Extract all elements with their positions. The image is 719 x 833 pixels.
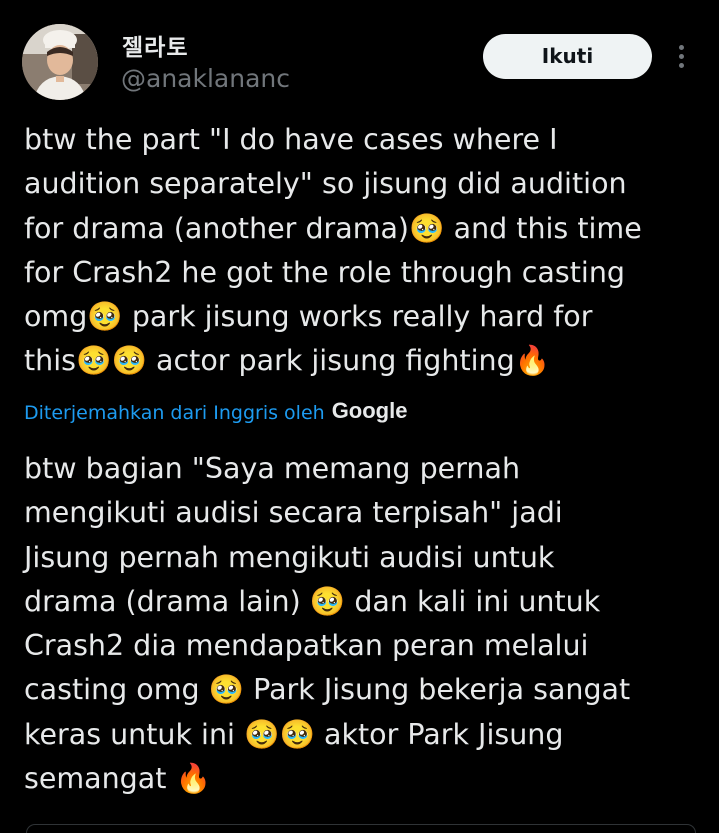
translated-from-link[interactable]: Diterjemahkan dari Inggris oleh [24,402,325,424]
translation-attribution: Diterjemahkan dari Inggris oleh Google [24,398,407,428]
follow-button[interactable]: Ikuti [483,34,652,79]
tweet-translated-text: btw bagian "Saya memang pernah mengikuti… [24,452,631,796]
avatar[interactable] [22,24,98,100]
tweet-header: 젤라토 @anaklananc Ikuti [0,0,719,110]
author-display-name[interactable]: 젤라토 [122,28,188,62]
google-logo: Google [331,398,408,423]
more-dots-vertical-icon[interactable] [670,42,694,72]
avatar-photo [22,24,98,100]
author-handle[interactable]: @anaklananc [121,64,290,93]
tweet-original-text: btw the part "I do have cases where I au… [24,123,642,378]
